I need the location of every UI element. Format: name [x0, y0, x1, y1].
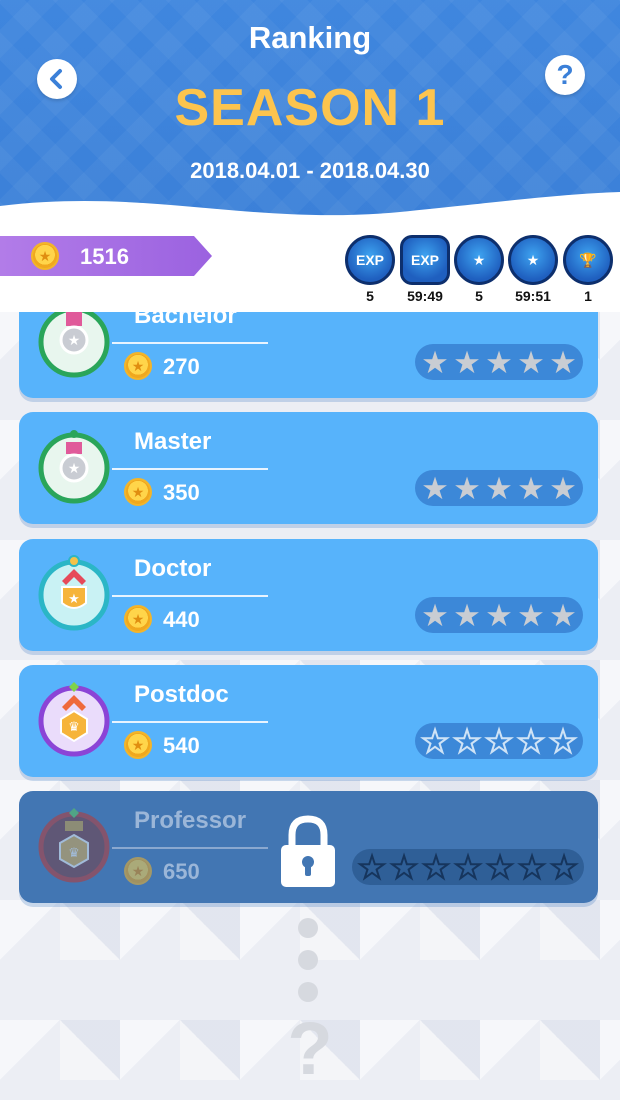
coin-icon: ★ [124, 731, 152, 759]
boost-exp[interactable]: EXP 5 [343, 235, 397, 304]
star-icon: ★ [485, 470, 513, 506]
star-icon: ★ [453, 470, 481, 506]
crown-medal-icon: ♛ [38, 682, 110, 757]
boost-timer: 59:49 [407, 288, 443, 304]
star-icon: ★ [485, 344, 513, 380]
star-icon: ★ [453, 597, 481, 633]
gold-medal-icon: ★ [38, 555, 110, 631]
star-rating: ★ ★ ★ ★ ★ [415, 723, 583, 759]
rank-name: Master [134, 428, 212, 455]
rank-card-master[interactable]: ★ Master ★ 350 ★ ★ ★ ★ ★ [19, 412, 598, 524]
boost-trophy[interactable]: 🏆 1 [561, 235, 615, 304]
rank-card-bachelor[interactable]: ★ Bachelor ★ 270 ★ ★ ★ ★ ★ [19, 312, 598, 398]
star-icon: ★ [549, 470, 577, 506]
rank-card-doctor[interactable]: ★ Doctor ★ 440 ★ ★ ★ ★ ★ [19, 539, 598, 651]
star-outline-icon: ★ [421, 849, 451, 885]
professor-medal-icon: ♛ [38, 808, 110, 883]
dot-icon [298, 918, 318, 938]
star-outline-icon: ★ [484, 723, 514, 759]
dot-icon [298, 950, 318, 970]
coin-icon: ★ [124, 352, 152, 380]
star-outline-icon: ★ [453, 849, 483, 885]
divider [112, 721, 268, 723]
boost-exp-timer[interactable]: EXP 59:49 [398, 235, 452, 304]
star-outline-icon: ★ [549, 849, 579, 885]
rank-card-professor[interactable]: ♛ Professor ★ 650 ★ ★ ★ ★ ★ ★ ★ [19, 791, 598, 903]
divider [112, 468, 268, 470]
boost-star-timer[interactable]: ★ 59:51 [506, 235, 560, 304]
star-rating: ★ ★ ★ ★ ★ [415, 597, 583, 633]
mystery-rank-icon: ? [287, 1007, 333, 1090]
star-outline-icon: ★ [516, 723, 546, 759]
page-title: Ranking [248, 20, 372, 55]
star-plus-icon: ★ [454, 235, 504, 285]
star-outline-icon: ★ [548, 723, 578, 759]
silver-medal-icon: ★ [38, 430, 110, 504]
rank-cost: 440 [163, 607, 200, 632]
svg-text:♛: ♛ [68, 719, 80, 734]
rank-card-postdoc[interactable]: ♛ Postdoc ★ 540 ★ ★ ★ ★ ★ [19, 665, 598, 777]
svg-text:♛: ♛ [68, 845, 80, 860]
star-icon: ★ [453, 344, 481, 380]
trophy-icon: 🏆 [563, 235, 613, 285]
star-icon: ★ [549, 597, 577, 633]
question-mark-icon: ? [556, 59, 574, 90]
star-rating: ★ ★ ★ ★ ★ [415, 470, 583, 506]
rank-cost: 540 [163, 733, 200, 758]
help-button[interactable]: ? [545, 55, 585, 95]
coin-balance-banner: ★ 1516 [0, 236, 212, 276]
divider [112, 342, 268, 344]
coin-balance: 1516 [80, 244, 129, 269]
coin-icon: ★ [124, 478, 152, 506]
star-icon: ★ [549, 344, 577, 380]
star-rating: ★ ★ ★ ★ ★ [415, 344, 583, 380]
season-dates: 2018.04.01 - 2018.04.30 [190, 158, 430, 183]
star-icon: ★ [517, 470, 545, 506]
chevron-left-icon [50, 69, 62, 89]
coin-icon: ★ [124, 605, 152, 633]
coin-icon: ★ [31, 242, 59, 270]
star-icon: ★ [421, 344, 449, 380]
season-title: SEASON 1 [174, 79, 446, 137]
star-icon: ★ [517, 344, 545, 380]
svg-text:★: ★ [68, 332, 81, 348]
rank-name: Doctor [134, 555, 212, 582]
star-outline-icon: ★ [420, 723, 450, 759]
boost-count: 5 [366, 288, 374, 304]
star-icon: ★ [517, 597, 545, 633]
divider [112, 847, 268, 849]
boost-timer: 59:51 [515, 288, 551, 304]
rank-cost: 350 [163, 480, 200, 505]
rank-name: Postdoc [134, 681, 229, 708]
more-ranks-dots [298, 918, 320, 1014]
rank-cost: 270 [163, 354, 200, 379]
svg-text:★: ★ [68, 460, 81, 476]
star-icon: ★ [485, 597, 513, 633]
divider [112, 595, 268, 597]
boost-bar: EXP 5 EXP 59:49 ★ 5 ★ 59:51 🏆 1 [343, 235, 615, 307]
star-outline-icon: ★ [357, 849, 387, 885]
coin-icon: ★ [124, 857, 152, 885]
exp-boost-icon: EXP [345, 235, 395, 285]
star-icon: ★ [421, 470, 449, 506]
rank-name: Bachelor [134, 312, 237, 329]
back-button[interactable] [37, 59, 77, 99]
exp-timer-icon: EXP [400, 235, 450, 285]
star-outline-icon: ★ [517, 849, 547, 885]
star-icon: ★ [421, 597, 449, 633]
boost-count: 1 [584, 288, 592, 304]
boost-star[interactable]: ★ 5 [452, 235, 506, 304]
rank-name: Professor [134, 807, 247, 834]
lock-icon [281, 815, 335, 887]
star-rating: ★ ★ ★ ★ ★ ★ ★ [352, 849, 584, 885]
boost-count: 5 [475, 288, 483, 304]
silver-medal-icon: ★ [38, 312, 110, 378]
rank-cost: 650 [163, 859, 200, 884]
star-outline-icon: ★ [452, 723, 482, 759]
svg-text:★: ★ [68, 591, 80, 606]
dot-icon [298, 982, 318, 1002]
star-timer-icon: ★ [508, 235, 558, 285]
star-outline-icon: ★ [389, 849, 419, 885]
star-outline-icon: ★ [485, 849, 515, 885]
